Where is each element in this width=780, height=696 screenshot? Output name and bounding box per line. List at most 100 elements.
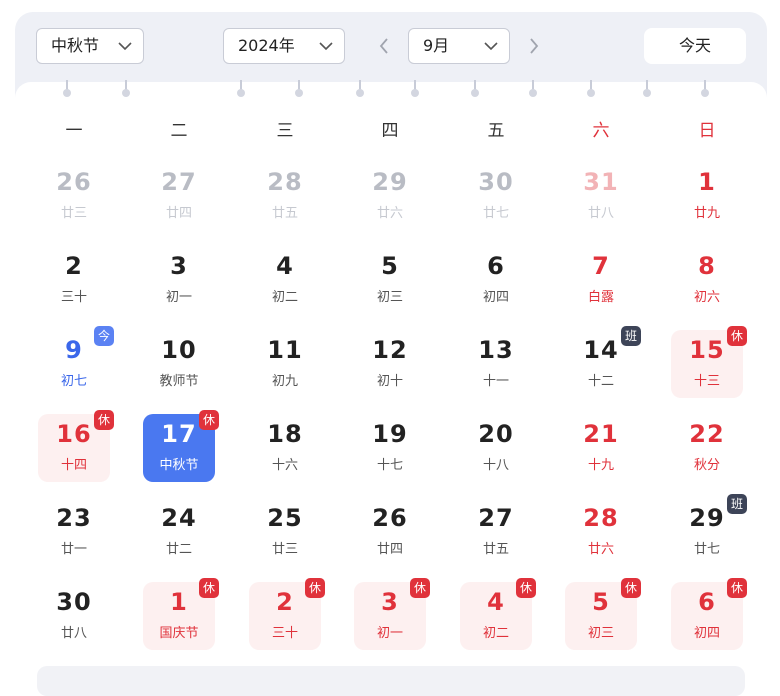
day-cell[interactable]: 29 廿六: [354, 162, 426, 230]
month-select[interactable]: 9月: [408, 28, 510, 64]
day-cell[interactable]: 31 廿八: [565, 162, 637, 230]
day-cell[interactable]: 30 廿七: [460, 162, 532, 230]
day-cell[interactable]: 29 廿七班: [671, 494, 747, 566]
chevron-down-icon: [484, 42, 498, 51]
chevron-left-icon[interactable]: [377, 36, 391, 56]
day-cell[interactable]: 28 廿五: [249, 162, 321, 230]
day-number: 19: [372, 420, 408, 448]
day-cell[interactable]: 2 三十: [38, 246, 110, 314]
binder-ring: [411, 80, 419, 98]
lunar-label: 廿五: [271, 206, 298, 221]
today-badge: 今: [94, 326, 114, 346]
workday-badge: 班: [621, 326, 641, 346]
chevron-right-icon[interactable]: [527, 36, 541, 56]
day-cell[interactable]: 10 教师节: [143, 330, 215, 398]
day-number: 31: [583, 168, 619, 196]
lunar-label: 中秋节: [159, 458, 199, 473]
day-cell[interactable]: 21 十九: [565, 414, 637, 482]
lunar-label: 廿三: [271, 542, 298, 557]
day-cell[interactable]: 5 初三休: [565, 578, 641, 650]
lunar-label: 秋分: [693, 458, 720, 473]
day-number: 27: [161, 168, 197, 196]
year-select-value: 2024年: [238, 36, 295, 55]
lunar-label: 初一: [376, 626, 403, 641]
day-cell[interactable]: 3 初一: [143, 246, 215, 314]
lunar-label: 十三: [693, 374, 720, 389]
day-number: 1: [698, 168, 716, 196]
day-cell[interactable]: 28 廿六: [565, 498, 637, 566]
day-number: 12: [372, 336, 408, 364]
festival-select[interactable]: 中秋节: [36, 28, 144, 64]
day-cell[interactable]: 20 十八: [460, 414, 532, 482]
day-cell[interactable]: 15 十三休: [671, 326, 747, 398]
lunar-label: 白露: [587, 290, 614, 305]
binder-ring: [295, 80, 303, 98]
day-cell[interactable]: 7 白露: [565, 246, 637, 314]
day-cell[interactable]: 6 初四: [460, 246, 532, 314]
day-cell[interactable]: 2 三十休: [249, 578, 325, 650]
day-cell[interactable]: 25 廿三: [249, 498, 321, 566]
day-cell[interactable]: 16 十四休: [38, 410, 114, 482]
year-select[interactable]: 2024年: [223, 28, 345, 64]
day-cell[interactable]: 30 廿八: [38, 582, 110, 650]
lunar-label: 国庆节: [159, 626, 199, 641]
day-cell[interactable]: 1 国庆节休: [143, 578, 219, 650]
day-cell[interactable]: 27 廿五: [460, 498, 532, 566]
lunar-label: 初四: [693, 626, 720, 641]
binder-ring: [471, 80, 479, 98]
day-cell[interactable]: 18 十六: [249, 414, 321, 482]
day-cell[interactable]: 23 廿一: [38, 498, 110, 566]
day-number: 28: [267, 168, 303, 196]
rest-day-badge: 休: [727, 578, 747, 598]
calendar-panel: 一 二 三 四 五 六 日 26 廿三 27 廿四 28 廿五 29 廿六 30 廿七 31 廿八 1 廿九 2 三十 3 初…: [15, 80, 767, 696]
lunar-label: 廿四: [376, 542, 403, 557]
day-cell[interactable]: 26 廿四: [354, 498, 426, 566]
day-cell[interactable]: 8 初六: [671, 246, 743, 314]
lunar-label: 初二: [482, 626, 509, 641]
day-cell[interactable]: 6 初四休: [671, 578, 747, 650]
lunar-label: 十八: [482, 458, 509, 473]
today-button[interactable]: 今天: [644, 28, 746, 64]
day-cell[interactable]: 24 廿二: [143, 498, 215, 566]
day-cell[interactable]: 26 廿三: [38, 162, 110, 230]
binder-ring: [356, 80, 364, 98]
weekday-label: 一: [65, 121, 83, 141]
day-cell[interactable]: 14 十二班: [565, 326, 641, 398]
day-cell[interactable]: 12 初十: [354, 330, 426, 398]
binder-ring: [237, 80, 245, 98]
day-cell[interactable]: 19 十七: [354, 414, 426, 482]
day-cell[interactable]: 17 中秋节休: [143, 410, 219, 482]
day-cell[interactable]: 4 初二: [249, 246, 321, 314]
day-cell[interactable]: 13 十一: [460, 330, 532, 398]
binder-ring: [643, 80, 651, 98]
binder-ring: [122, 80, 130, 98]
day-cell[interactable]: 5 初三: [354, 246, 426, 314]
day-number: 6: [487, 252, 505, 280]
lunar-label: 十四: [60, 458, 87, 473]
lunar-label: 初七: [60, 374, 87, 389]
day-number: 8: [698, 252, 716, 280]
lunar-label: 三十: [60, 290, 87, 305]
day-number: 2: [65, 252, 83, 280]
chevron-down-icon: [118, 42, 132, 51]
day-cell[interactable]: 1 廿九: [671, 162, 743, 230]
binder-ring: [63, 80, 71, 98]
day-number: 27: [478, 504, 514, 532]
day-cell[interactable]: 22 秋分: [671, 414, 743, 482]
lunar-label: 三十: [271, 626, 298, 641]
lunar-label: 初一: [165, 290, 192, 305]
lunar-label: 十九: [587, 458, 614, 473]
day-number: 5: [381, 252, 399, 280]
rest-day-badge: 休: [727, 326, 747, 346]
day-cell[interactable]: 11 初九: [249, 330, 321, 398]
day-number: 30: [56, 588, 92, 616]
weekday-label: 二: [170, 121, 188, 141]
lunar-label: 廿三: [60, 206, 87, 221]
day-cell[interactable]: 9 初七今: [38, 326, 114, 398]
lunar-label: 廿一: [60, 542, 87, 557]
day-number: 20: [478, 420, 514, 448]
day-cell[interactable]: 4 初二休: [460, 578, 536, 650]
day-number: 28: [583, 504, 619, 532]
day-cell[interactable]: 3 初一休: [354, 578, 430, 650]
day-cell[interactable]: 27 廿四: [143, 162, 215, 230]
